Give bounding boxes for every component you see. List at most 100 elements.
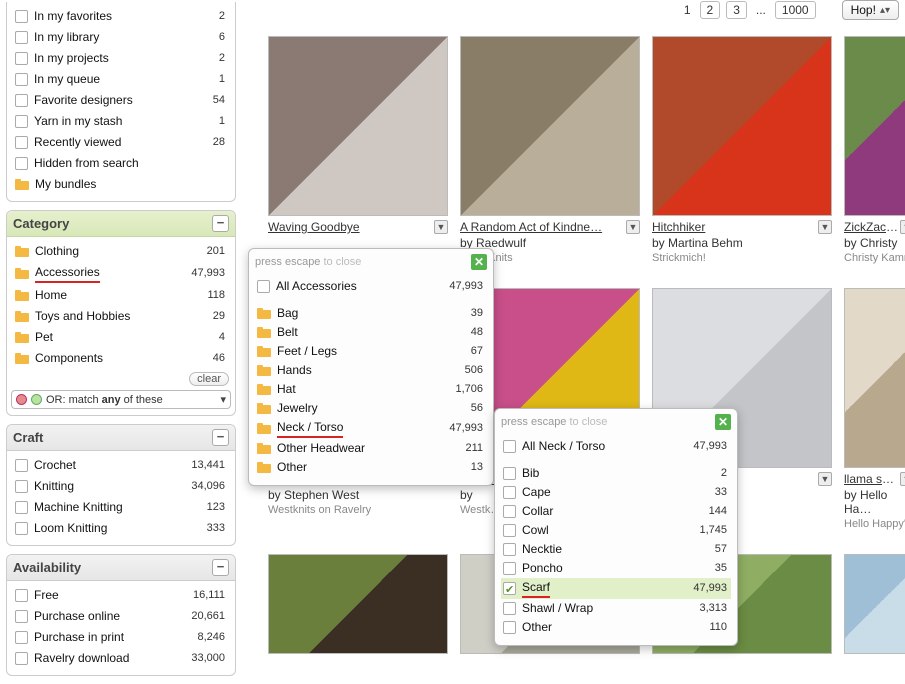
filter-row[interactable]: Other Headwear211	[255, 439, 487, 458]
pattern-thumbnail[interactable]	[460, 36, 640, 216]
checkbox[interactable]	[15, 52, 28, 65]
pattern-title[interactable]: llama scarf…	[844, 472, 900, 486]
checkbox[interactable]	[503, 562, 516, 575]
filter-row[interactable]: Purchase online20,661	[11, 606, 231, 627]
card-menu-button[interactable]: ▼	[818, 472, 832, 486]
filter-row[interactable]: Hidden from search	[11, 153, 231, 174]
filter-row[interactable]: In my library6	[11, 27, 231, 48]
filter-row[interactable]: Jewelry56	[255, 399, 487, 418]
filter-row[interactable]: Other110	[501, 618, 731, 637]
card-menu-button[interactable]: ▼	[900, 472, 905, 486]
filter-row[interactable]: Cape33	[501, 483, 731, 502]
filter-row[interactable]: Loom Knitting333	[11, 518, 231, 539]
filter-row[interactable]: Free16,111	[11, 585, 231, 606]
pattern-card[interactable]	[268, 554, 448, 654]
checkbox[interactable]	[15, 10, 28, 23]
checkbox[interactable]	[503, 543, 516, 556]
filter-row[interactable]: Home118	[11, 285, 231, 306]
filter-row[interactable]: Neck / Torso47,993	[255, 418, 487, 439]
card-menu-button[interactable]: ▼	[434, 220, 448, 234]
page-2[interactable]: 2	[700, 1, 721, 19]
checkbox[interactable]	[15, 501, 28, 514]
pattern-card[interactable]: ZickZack S…▼by Christy Christy Kamm	[844, 36, 905, 264]
pattern-title[interactable]: Hitchhiker	[652, 220, 818, 234]
pattern-thumbnail[interactable]	[844, 288, 905, 468]
filter-row[interactable]: Poncho35	[501, 559, 731, 578]
page-last[interactable]: 1000	[775, 1, 816, 19]
pattern-card[interactable]: Hitchhiker▼by Martina BehmStrickmich!	[652, 36, 832, 264]
checkbox[interactable]	[503, 602, 516, 615]
pattern-title[interactable]: Waving Goodbye	[268, 220, 434, 234]
filter-row[interactable]: Clothing201	[11, 241, 231, 262]
hop-button[interactable]: Hop!▴▾	[842, 0, 899, 20]
filter-row[interactable]: In my projects2	[11, 48, 231, 69]
filter-row[interactable]: Hat1,706	[255, 380, 487, 399]
checkbox[interactable]	[15, 652, 28, 665]
checkbox[interactable]	[15, 480, 28, 493]
filter-row[interactable]: Scarf47,993	[501, 578, 731, 599]
filter-row[interactable]: Recently viewed28	[11, 132, 231, 153]
filter-row[interactable]: Belt48	[255, 323, 487, 342]
pattern-title[interactable]: ZickZack S…	[844, 220, 900, 234]
filter-row[interactable]: Bib2	[501, 464, 731, 483]
pattern-thumbnail[interactable]	[268, 554, 448, 654]
checkbox[interactable]	[503, 505, 516, 518]
filter-row[interactable]: Cowl1,745	[501, 521, 731, 540]
filter-row[interactable]: Knitting34,096	[11, 476, 231, 497]
pattern-thumbnail[interactable]	[844, 36, 905, 216]
page-3[interactable]: 3	[726, 1, 747, 19]
filter-row[interactable]: Feet / Legs67	[255, 342, 487, 361]
checkbox[interactable]	[15, 31, 28, 44]
or-match-selector[interactable]: OR: match any of these ▾	[11, 390, 231, 409]
checkbox[interactable]	[15, 115, 28, 128]
all-accessories-row[interactable]: All Accessories 47,993	[255, 277, 487, 296]
card-menu-button[interactable]: ▼	[818, 220, 832, 234]
checkbox[interactable]	[503, 621, 516, 634]
close-icon[interactable]: ✕	[715, 414, 731, 430]
filter-row[interactable]: Ravelry download33,000	[11, 648, 231, 669]
filter-row[interactable]: Crochet13,441	[11, 455, 231, 476]
page-1[interactable]: 1	[681, 3, 694, 17]
checkbox[interactable]	[15, 73, 28, 86]
pattern-card[interactable]	[844, 554, 905, 654]
pattern-card[interactable]: Waving Goodbye▼	[268, 36, 448, 264]
filter-row[interactable]: Other13	[255, 458, 487, 477]
collapse-icon[interactable]: −	[212, 429, 229, 446]
checkbox[interactable]	[15, 631, 28, 644]
pattern-thumbnail[interactable]	[652, 36, 832, 216]
checkbox[interactable]	[15, 589, 28, 602]
card-menu-button[interactable]: ▼	[900, 220, 905, 234]
collapse-icon[interactable]: −	[212, 215, 229, 232]
filter-row[interactable]: Necktie57	[501, 540, 731, 559]
all-neck-torso-row[interactable]: All Neck / Torso 47,993	[501, 437, 731, 456]
filter-row[interactable]: In my favorites2	[11, 6, 231, 27]
my-bundles-row[interactable]: My bundles	[11, 174, 231, 195]
checkbox[interactable]	[15, 157, 28, 170]
pattern-title[interactable]: A Random Act of Kindne…	[460, 220, 626, 234]
checkbox[interactable]	[15, 94, 28, 107]
filter-row[interactable]: Purchase in print8,246	[11, 627, 231, 648]
checkbox[interactable]	[15, 459, 28, 472]
checkbox[interactable]	[503, 486, 516, 499]
collapse-icon[interactable]: −	[212, 559, 229, 576]
checkbox[interactable]	[15, 610, 28, 623]
filter-row[interactable]: Yarn in my stash1	[11, 111, 231, 132]
checkbox[interactable]	[503, 582, 516, 595]
card-menu-button[interactable]: ▼	[626, 220, 640, 234]
filter-row[interactable]: In my queue1	[11, 69, 231, 90]
checkbox[interactable]	[15, 136, 28, 149]
filter-row[interactable]: Machine Knitting123	[11, 497, 231, 518]
checkbox[interactable]	[503, 524, 516, 537]
checkbox[interactable]	[257, 280, 270, 293]
checkbox[interactable]	[15, 522, 28, 535]
close-icon[interactable]: ✕	[471, 254, 487, 270]
filter-row[interactable]: Accessories47,993	[11, 262, 231, 285]
checkbox[interactable]	[503, 467, 516, 480]
filter-row[interactable]: Collar144	[501, 502, 731, 521]
filter-row[interactable]: Shawl / Wrap3,313	[501, 599, 731, 618]
filter-row[interactable]: Components46	[11, 348, 231, 369]
pattern-card[interactable]: llama scarf…▼by Hello Ha…Hello Happy's	[844, 288, 905, 530]
pattern-thumbnail[interactable]	[268, 36, 448, 216]
filter-row[interactable]: Pet4	[11, 327, 231, 348]
clear-button[interactable]: clear	[189, 372, 229, 386]
